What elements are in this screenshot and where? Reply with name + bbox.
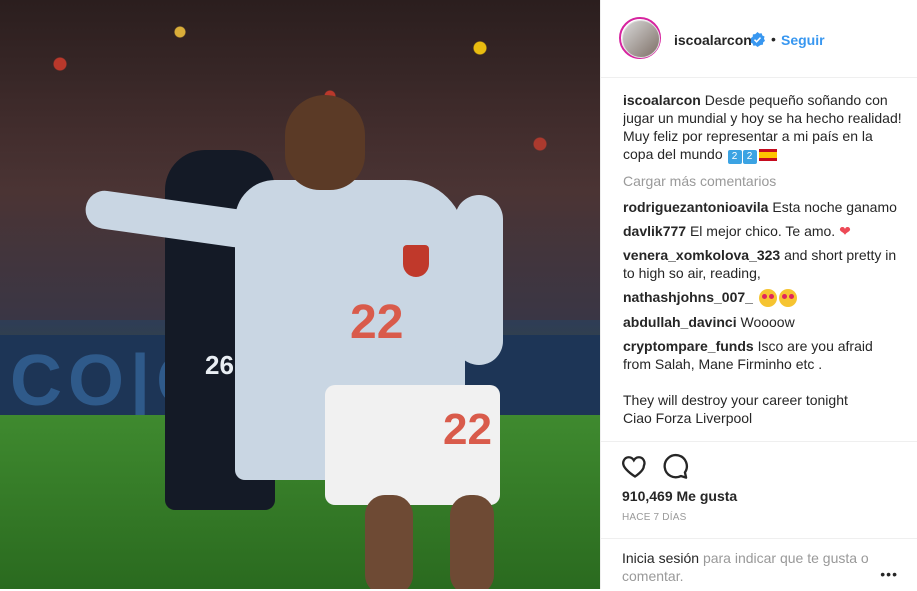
login-prompt: Inicia sesión para indicar que te gusta … <box>601 538 917 591</box>
comment-username[interactable]: rodriguezantonioavila <box>623 199 768 215</box>
comment-item: cryptompare_funds Isco are you afraid fr… <box>623 337 903 427</box>
comments-list[interactable]: iscoalarcon Desde pequeño soñando con ju… <box>623 91 903 441</box>
player-head <box>285 95 365 190</box>
spain-flag-icon <box>758 149 777 162</box>
shorts-number: 22 <box>443 405 492 454</box>
comment-username[interactable]: venera_xomkolova_323 <box>623 247 780 263</box>
comment-text-line: They will destroy your career tonight <box>623 392 848 409</box>
comment-text: Woooow <box>740 314 795 331</box>
heart-outline-icon[interactable] <box>621 452 649 480</box>
avatar[interactable] <box>622 20 660 58</box>
shirt-number: 22 <box>350 296 404 349</box>
comment-username[interactable]: davlik777 <box>623 223 686 239</box>
comment-item: rodriguezantonioavila Esta noche ganamo <box>623 198 903 216</box>
post-view: CO|O 26 22 22 iscoalarcon • Seguir iscoa… <box>0 0 917 589</box>
likes-count[interactable]: 910,469 Me gusta <box>622 488 737 504</box>
comment-text-line: Ciao Forza Liverpool <box>623 410 753 427</box>
two-keycap-icon: 2 <box>742 150 757 164</box>
heart-eyes-emoji-icon <box>758 289 777 308</box>
player-leg <box>365 495 413 589</box>
caption-username[interactable]: iscoalarcon <box>623 92 701 108</box>
separator-dot: • <box>771 31 776 47</box>
comment-item: venera_xomkolova_323 and short pretty in… <box>623 246 903 282</box>
player-arm-right <box>455 195 503 365</box>
login-link[interactable]: Inicia sesión <box>622 550 699 566</box>
red-heart-icon: ❤ <box>839 223 851 239</box>
post-caption: iscoalarcon Desde pequeño soñando con ju… <box>623 91 903 164</box>
comment-text: Esta noche ganamo <box>772 199 897 215</box>
comment-text: El mejor chico. Te amo. <box>689 223 836 239</box>
comment-username[interactable]: nathashjohns_007_ <box>623 289 753 305</box>
post-timestamp: HACE 7 DÍAS <box>622 512 687 523</box>
heart-eyes-emoji-icon <box>778 289 797 308</box>
post-header: iscoalarcon • Seguir <box>601 0 917 78</box>
follow-button[interactable]: Seguir <box>781 32 825 48</box>
crest-icon <box>403 245 429 277</box>
comment-item: nathashjohns_007_ <box>623 288 903 308</box>
comment-username[interactable]: cryptompare_funds <box>623 338 754 354</box>
header-username[interactable]: iscoalarcon <box>674 32 752 48</box>
two-keycap-icon: 2 <box>727 150 742 164</box>
login-text: Inicia sesión para indicar que te gusta … <box>622 549 882 585</box>
post-sidebar: iscoalarcon • Seguir iscoalarcon Desde p… <box>600 0 917 589</box>
load-more-comments[interactable]: Cargar más comentarios <box>623 172 903 190</box>
player-leg-right <box>450 495 494 589</box>
speech-bubble-icon[interactable] <box>661 452 689 480</box>
verified-badge-icon <box>750 32 765 47</box>
comment-item: abdullah_davinci Woooow <box>623 313 903 331</box>
comment-item: davlik777 El mejor chico. Te amo. ❤ <box>623 222 903 240</box>
post-actions: 910,469 Me gusta HACE 7 DÍAS Inicia sesi… <box>601 441 917 590</box>
ellipsis-icon[interactable]: ••• <box>880 566 898 582</box>
celebrating-player: 22 22 <box>83 95 515 589</box>
comment-username[interactable]: abdullah_davinci <box>623 314 737 330</box>
post-photo[interactable]: CO|O 26 22 22 <box>0 0 600 589</box>
